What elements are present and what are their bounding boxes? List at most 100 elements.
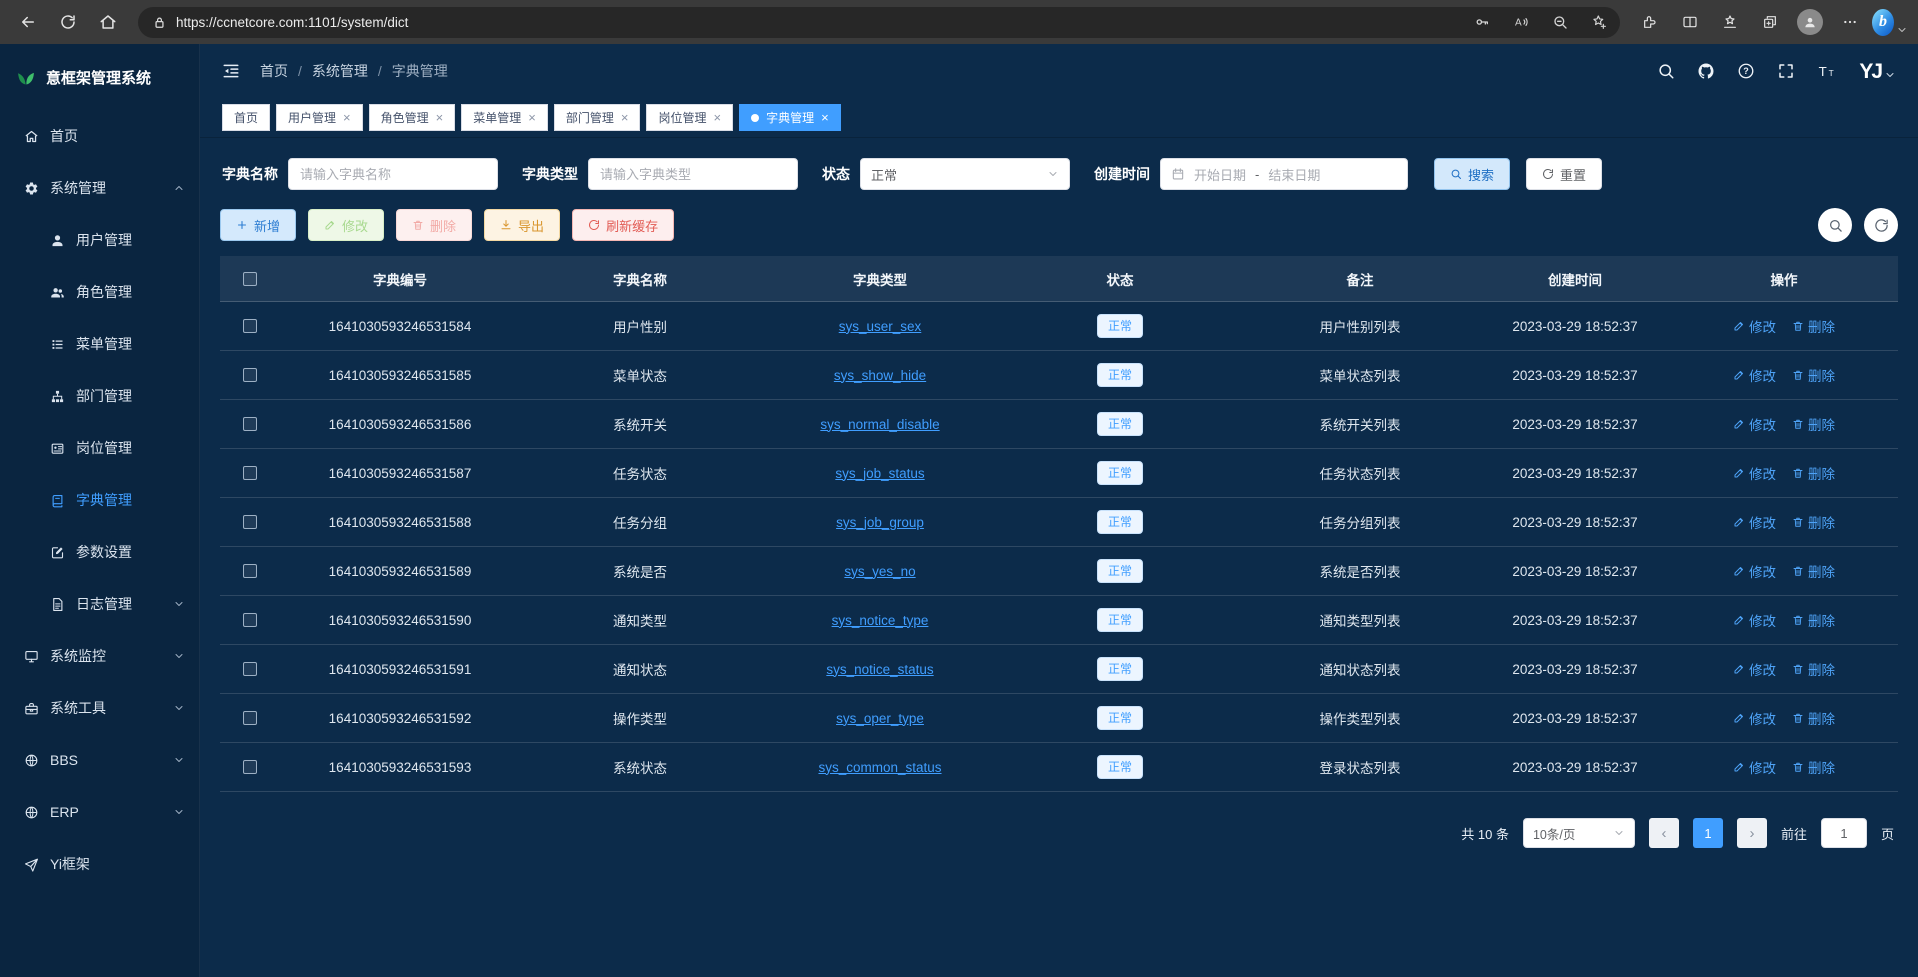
dict-type-link[interactable]: sys_notice_status <box>826 662 933 677</box>
zoom-icon[interactable] <box>1545 9 1575 36</box>
dict-name-input[interactable] <box>288 158 498 190</box>
add-favorite-star-icon[interactable] <box>1584 9 1614 36</box>
read-aloud-icon[interactable] <box>1506 9 1536 36</box>
dict-type-link[interactable]: sys_show_hide <box>834 368 926 383</box>
page-size-select[interactable]: 10条/页 <box>1523 818 1635 848</box>
sidebar-item-menu-mgmt[interactable]: 菜单管理 <box>0 318 199 370</box>
sidebar-item-log-mgmt[interactable]: 日志管理 <box>0 578 199 630</box>
tab-close-icon[interactable] <box>621 111 629 124</box>
row-checkbox[interactable] <box>243 613 257 627</box>
sidebar-item-system-monitor[interactable]: 系统监控 <box>0 630 199 682</box>
refresh-cache-button[interactable]: 刷新缓存 <box>572 209 674 241</box>
sidebar-item-erp[interactable]: ERP <box>0 786 199 838</box>
row-edit-button[interactable]: 修改 <box>1733 365 1776 385</box>
row-checkbox[interactable] <box>243 417 257 431</box>
tab-close-icon[interactable] <box>821 111 829 124</box>
refresh-table-button[interactable] <box>1864 208 1898 242</box>
copilot-icon[interactable] <box>1872 5 1908 39</box>
add-button[interactable]: 新增 <box>220 209 296 241</box>
row-edit-button[interactable]: 修改 <box>1733 316 1776 336</box>
row-delete-button[interactable]: 删除 <box>1792 610 1835 630</box>
sidebar-item-post-mgmt[interactable]: 岗位管理 <box>0 422 199 474</box>
row-edit-button[interactable]: 修改 <box>1733 610 1776 630</box>
sidebar-item-dept-mgmt[interactable]: 部门管理 <box>0 370 199 422</box>
dict-type-link[interactable]: sys_oper_type <box>836 711 924 726</box>
sidebar-item-system-tools[interactable]: 系统工具 <box>0 682 199 734</box>
header-search-icon[interactable] <box>1657 62 1675 80</box>
delete-button[interactable]: 删除 <box>396 209 472 241</box>
breadcrumb-home[interactable]: 首页 <box>260 61 288 81</box>
row-delete-button[interactable]: 删除 <box>1792 708 1835 728</box>
dict-type-link[interactable]: sys_notice_type <box>832 613 929 628</box>
row-delete-button[interactable]: 删除 <box>1792 463 1835 483</box>
back-button[interactable] <box>10 5 46 39</box>
tab-close-icon[interactable] <box>528 111 536 124</box>
next-page-button[interactable] <box>1737 818 1767 848</box>
tab-close-icon[interactable] <box>713 111 721 124</box>
row-delete-button[interactable]: 删除 <box>1792 316 1835 336</box>
url-text[interactable]: https://ccnetcore.com:1101/system/dict <box>176 15 1458 30</box>
font-size-icon[interactable] <box>1817 61 1837 81</box>
favorites-bar-icon[interactable] <box>1712 5 1748 39</box>
sidebar-item-yi-framework[interactable]: Yi框架 <box>0 838 199 890</box>
user-brand-menu[interactable]: YJ <box>1859 61 1896 82</box>
page-1-button[interactable]: 1 <box>1693 818 1723 848</box>
row-checkbox[interactable] <box>243 515 257 529</box>
row-edit-button[interactable]: 修改 <box>1733 463 1776 483</box>
sidebar-item-param-settings[interactable]: 参数设置 <box>0 526 199 578</box>
row-delete-button[interactable]: 删除 <box>1792 561 1835 581</box>
search-button[interactable]: 搜索 <box>1434 158 1510 190</box>
row-edit-button[interactable]: 修改 <box>1733 512 1776 532</box>
row-delete-button[interactable]: 删除 <box>1792 365 1835 385</box>
tab-dept-mgmt[interactable]: 部门管理 <box>554 104 641 131</box>
row-edit-button[interactable]: 修改 <box>1733 757 1776 777</box>
tab-home[interactable]: 首页 <box>222 104 270 131</box>
toggle-search-button[interactable] <box>1818 208 1852 242</box>
dict-type-link[interactable]: sys_yes_no <box>844 564 915 579</box>
row-delete-button[interactable]: 删除 <box>1792 659 1835 679</box>
row-checkbox[interactable] <box>243 466 257 480</box>
reset-button[interactable]: 重置 <box>1526 158 1602 190</box>
export-button[interactable]: 导出 <box>484 209 560 241</box>
goto-page-input[interactable] <box>1821 818 1867 848</box>
row-edit-button[interactable]: 修改 <box>1733 561 1776 581</box>
dict-type-input[interactable] <box>588 158 798 190</box>
dict-type-link[interactable]: sys_job_status <box>835 466 924 481</box>
sidebar-item-bbs[interactable]: BBS <box>0 734 199 786</box>
split-screen-icon[interactable] <box>1672 5 1708 39</box>
sidebar-item-role-mgmt[interactable]: 角色管理 <box>0 266 199 318</box>
row-checkbox[interactable] <box>243 319 257 333</box>
status-select[interactable]: 正常 <box>860 158 1070 190</box>
browser-home-button[interactable] <box>90 5 126 39</box>
sidebar-item-system-mgmt[interactable]: 系统管理 <box>0 162 199 214</box>
sidebar-item-dict-mgmt[interactable]: 字典管理 <box>0 474 199 526</box>
row-delete-button[interactable]: 删除 <box>1792 512 1835 532</box>
profile-avatar[interactable] <box>1792 5 1828 39</box>
row-delete-button[interactable]: 删除 <box>1792 414 1835 434</box>
row-edit-button[interactable]: 修改 <box>1733 659 1776 679</box>
tab-user-mgmt[interactable]: 用户管理 <box>276 104 363 131</box>
tab-dict-mgmt[interactable]: 字典管理 <box>739 104 841 131</box>
dict-type-link[interactable]: sys_normal_disable <box>820 417 939 432</box>
prev-page-button[interactable] <box>1649 818 1679 848</box>
tab-close-icon[interactable] <box>343 111 351 124</box>
date-range-picker[interactable]: 开始日期 - 结束日期 <box>1160 158 1408 190</box>
address-bar[interactable]: https://ccnetcore.com:1101/system/dict <box>138 7 1620 38</box>
tab-close-icon[interactable] <box>436 111 444 124</box>
fullscreen-icon[interactable] <box>1777 62 1795 80</box>
row-edit-button[interactable]: 修改 <box>1733 708 1776 728</box>
dict-type-link[interactable]: sys_job_group <box>836 515 924 530</box>
more-menu-icon[interactable] <box>1832 5 1868 39</box>
row-checkbox[interactable] <box>243 760 257 774</box>
row-checkbox[interactable] <box>243 662 257 676</box>
dict-type-link[interactable]: sys_user_sex <box>839 319 922 334</box>
row-edit-button[interactable]: 修改 <box>1733 414 1776 434</box>
sidebar-toggle[interactable] <box>222 62 240 80</box>
reload-button[interactable] <box>50 5 86 39</box>
app-logo[interactable]: 意框架管理系统 <box>0 44 199 110</box>
row-checkbox[interactable] <box>243 564 257 578</box>
edit-button[interactable]: 修改 <box>308 209 384 241</box>
sidebar-item-user-mgmt[interactable]: 用户管理 <box>0 214 199 266</box>
password-key-icon[interactable] <box>1467 9 1497 36</box>
row-delete-button[interactable]: 删除 <box>1792 757 1835 777</box>
